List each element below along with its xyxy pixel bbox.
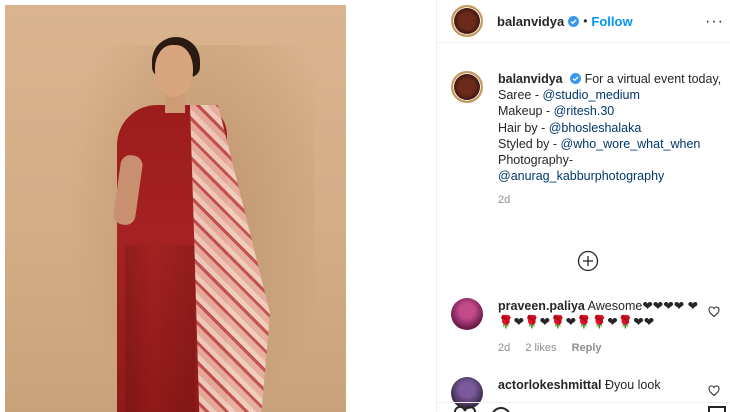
post-details-panel: balanvidya • Follow ··· balanvidya For a…	[437, 0, 730, 412]
caption-username[interactable]: balanvidya	[498, 72, 563, 86]
comment-body: Ðyou look	[605, 378, 661, 392]
verified-icon	[568, 15, 580, 27]
mention-link[interactable]: @who_wore_what_when	[561, 137, 701, 151]
caption-line-label: Styled by -	[498, 136, 561, 151]
comment-text: actorlokeshmittal Ðyou look	[498, 377, 702, 393]
post-photo[interactable]	[5, 5, 346, 412]
mention-link[interactable]: @studio_medium	[542, 88, 639, 102]
comment: actorlokeshmittal Ðyou look	[451, 377, 726, 409]
caption-line-label: Photography-	[498, 153, 574, 168]
comment-icon[interactable]	[489, 405, 513, 412]
profile-avatar[interactable]	[451, 5, 483, 37]
caption-text: balanvidya For a virtual event today, Sa…	[498, 71, 726, 184]
heart-icon[interactable]	[708, 306, 720, 318]
follow-button[interactable]: Follow	[591, 14, 632, 29]
caption-avatar[interactable]	[451, 71, 483, 103]
mention-link[interactable]: @anurag_kabburphotography	[498, 169, 664, 183]
post-media-panel	[0, 0, 437, 412]
comment-timestamp[interactable]: 2d	[498, 342, 510, 354]
comment-username[interactable]: praveen.paliya	[498, 299, 585, 313]
comment-username[interactable]: actorlokeshmittal	[498, 378, 602, 392]
face	[155, 45, 193, 97]
comment: praveen.paliya Awesome❤❤❤❤ ❤🌹❤🌹❤🌹❤🌹🌹❤🌹❤❤…	[451, 298, 726, 354]
load-more-icon[interactable]	[577, 250, 599, 272]
header-username[interactable]: balanvidya	[497, 14, 564, 29]
post-caption: balanvidya For a virtual event today, Sa…	[451, 71, 726, 206]
caption-line-label: Saree -	[498, 88, 543, 103]
mention-link[interactable]: @ritesh.30	[554, 104, 615, 118]
action-bar	[437, 402, 730, 412]
comment-likes[interactable]: 2 likes	[525, 342, 556, 354]
verified-icon	[570, 73, 582, 84]
caption-line-label: Makeup -	[498, 104, 554, 119]
separator-dot: •	[583, 14, 588, 28]
more-icon[interactable]: ···	[705, 13, 724, 31]
comment-avatar[interactable]	[451, 298, 483, 330]
comment-meta: 2d 2 likes Reply	[498, 342, 726, 354]
bookmark-icon[interactable]	[705, 405, 729, 412]
post-header: balanvidya • Follow ···	[437, 0, 730, 43]
saree-fold	[125, 245, 195, 412]
comment-text: praveen.paliya Awesome❤❤❤❤ ❤🌹❤🌹❤🌹❤🌹🌹❤🌹❤❤	[498, 298, 702, 330]
caption-intro: For a virtual event today,	[584, 72, 722, 86]
mention-link[interactable]: @bhosleshalaka	[549, 121, 642, 135]
heart-icon[interactable]	[708, 385, 720, 397]
reply-button[interactable]: Reply	[572, 342, 602, 354]
caption-timestamp[interactable]: 2d	[498, 194, 726, 206]
like-icon[interactable]	[453, 405, 477, 412]
caption-line-label: Hair by -	[498, 120, 549, 135]
